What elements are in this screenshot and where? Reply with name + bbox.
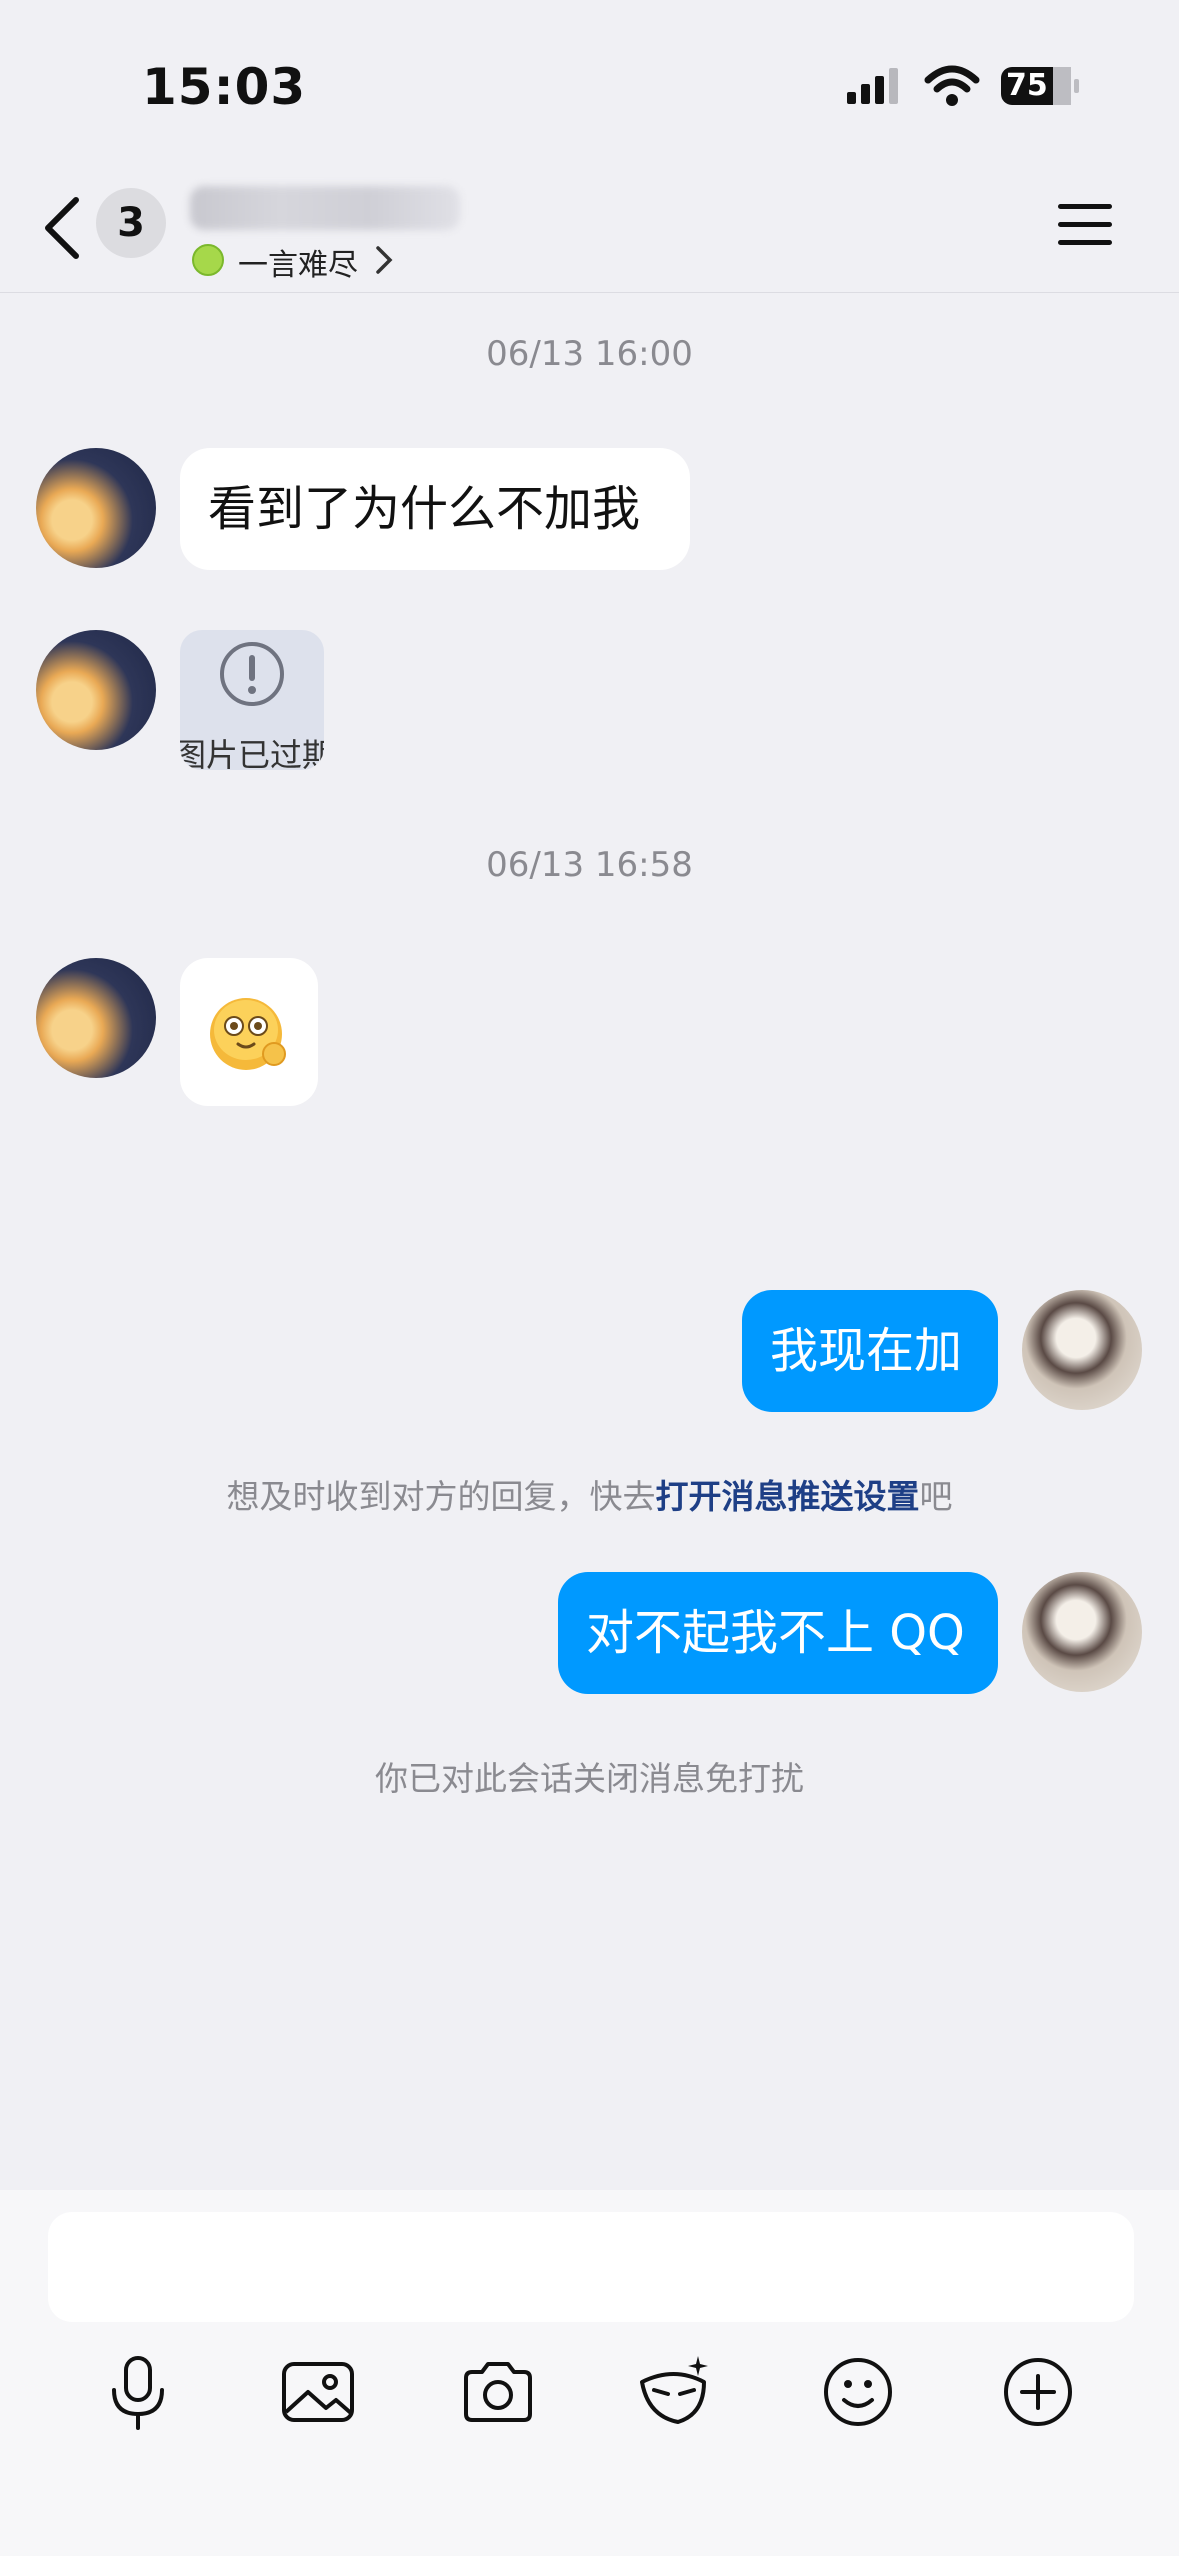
push-settings-notice: 想及时收到对方的回复，快去打开消息推送设置吧 [0,1470,1179,1518]
my-avatar[interactable] [1022,1290,1142,1410]
contact-avatar[interactable] [36,958,156,1078]
status-emoji-icon [192,244,224,276]
mask-icon[interactable] [634,2352,714,2432]
sticker-message[interactable] [180,958,318,1106]
timestamp: 06/13 16:00 [486,334,693,374]
push-settings-link[interactable]: 打开消息推送设置 [656,1477,920,1516]
expired-image-label: 图片已过期 [180,736,324,770]
contact-status-text[interactable]: 一言难尽 [238,240,358,284]
unread-count-badge[interactable]: 3 [96,188,166,258]
wifi-icon [924,65,980,106]
sticker-emoji-icon [210,998,286,1070]
plus-icon[interactable] [998,2352,1078,2432]
message-input[interactable] [48,2212,1134,2322]
contact-name-blurred[interactable] [190,186,460,230]
menu-icon[interactable] [1058,202,1112,248]
cellular-signal-icon [847,68,898,104]
message-bubble-outgoing[interactable]: 我现在加 [742,1290,998,1412]
push-notice-prefix: 想及时收到对方的回复，快去 [226,1477,656,1516]
chevron-right-icon[interactable] [374,244,394,276]
battery-indicator: 75 [1000,66,1080,106]
contact-avatar[interactable] [36,448,156,568]
warning-icon [220,642,284,706]
contact-avatar[interactable] [36,630,156,750]
battery-level: 75 [1006,68,1048,103]
status-time: 15:03 [142,58,307,116]
timestamp: 06/13 16:58 [486,845,693,885]
message-bubble-outgoing[interactable]: 对不起我不上 QQ [558,1572,998,1694]
expired-image-message[interactable]: 图片已过期 [180,630,324,770]
message-bubble-incoming[interactable]: 看到了为什么不加我 [180,448,690,570]
dnd-notice: 你已对此会话关闭消息免打扰 [375,1759,804,1798]
image-icon[interactable] [278,2352,358,2432]
my-avatar[interactable] [1022,1572,1142,1692]
push-notice-suffix: 吧 [919,1477,953,1516]
emoji-icon[interactable] [818,2352,898,2432]
back-arrow-icon[interactable] [40,196,84,260]
camera-icon[interactable] [458,2352,538,2432]
microphone-icon[interactable] [98,2352,178,2432]
chat-header [0,150,1179,293]
